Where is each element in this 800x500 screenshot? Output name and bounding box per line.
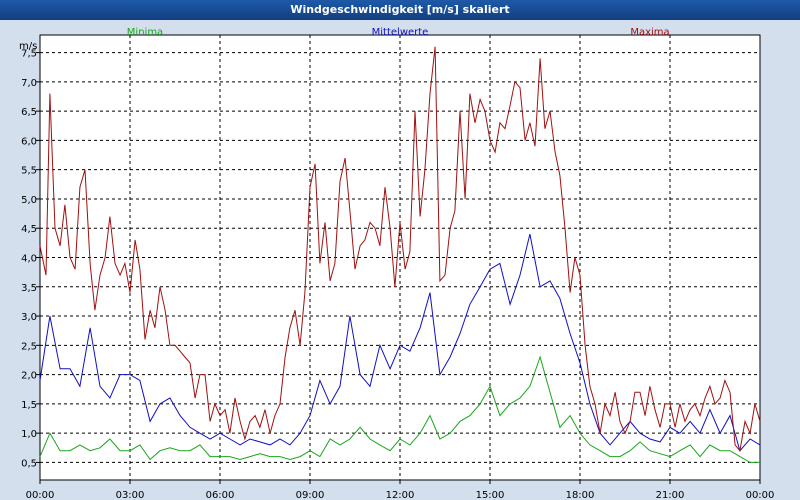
y-tick-label: 7,0	[21, 78, 37, 89]
y-tick-label: 1,0	[21, 429, 37, 440]
chart-title: Windgeschwindigkeit [m/s] skaliert	[0, 0, 800, 20]
y-tick-label: 2,0	[21, 371, 37, 382]
x-tick-time: 06:00	[206, 490, 235, 500]
y-tick-label: 0,5	[21, 458, 37, 469]
y-tick-label: 1,5	[21, 400, 37, 411]
wind-speed-chart: 0,5 1,0 1,5 2,0 2,5 3,0 3,5 4,0 4,5 5,0 5,5 6,0 6,5 7…	[19, 27, 775, 500]
legend-minima: Minima	[127, 27, 163, 38]
y-tick-label: 6,5	[21, 107, 37, 118]
y-tick-label: 2,5	[21, 341, 37, 352]
x-tick-time: 12:00	[386, 490, 415, 500]
x-axis-ticks: 00:0017.03.2203:0017.03.2206:0017.03.220…	[26, 480, 775, 500]
x-tick-time: 03:00	[116, 490, 145, 500]
y-tick-label: 4,0	[21, 254, 37, 265]
x-tick-time: 00:00	[746, 490, 775, 500]
x-tick-time: 21:00	[656, 490, 685, 500]
y-tick-label: 3,5	[21, 283, 37, 294]
y-tick-label: 6,0	[21, 136, 37, 147]
y-tick-label: 3,0	[21, 312, 37, 323]
y-tick-label: 5,5	[21, 166, 37, 177]
y-axis-label: m/s	[19, 41, 37, 52]
x-tick-time: 18:00	[566, 490, 595, 500]
x-tick-time: 15:00	[476, 490, 505, 500]
legend-maxima: Maxima	[630, 27, 669, 38]
y-tick-label: 5,0	[21, 195, 37, 206]
x-tick-time: 00:00	[26, 490, 55, 500]
legend-mittelwerte: Mittelwerte	[372, 27, 429, 38]
y-axis-ticks: 0,5 1,0 1,5 2,0 2,5 3,0 3,5 4,0 4,5 5,0 5,5 6,0 6,5 7…	[21, 49, 40, 469]
x-tick-time: 09:00	[296, 490, 325, 500]
y-tick-label: 4,5	[21, 224, 37, 235]
